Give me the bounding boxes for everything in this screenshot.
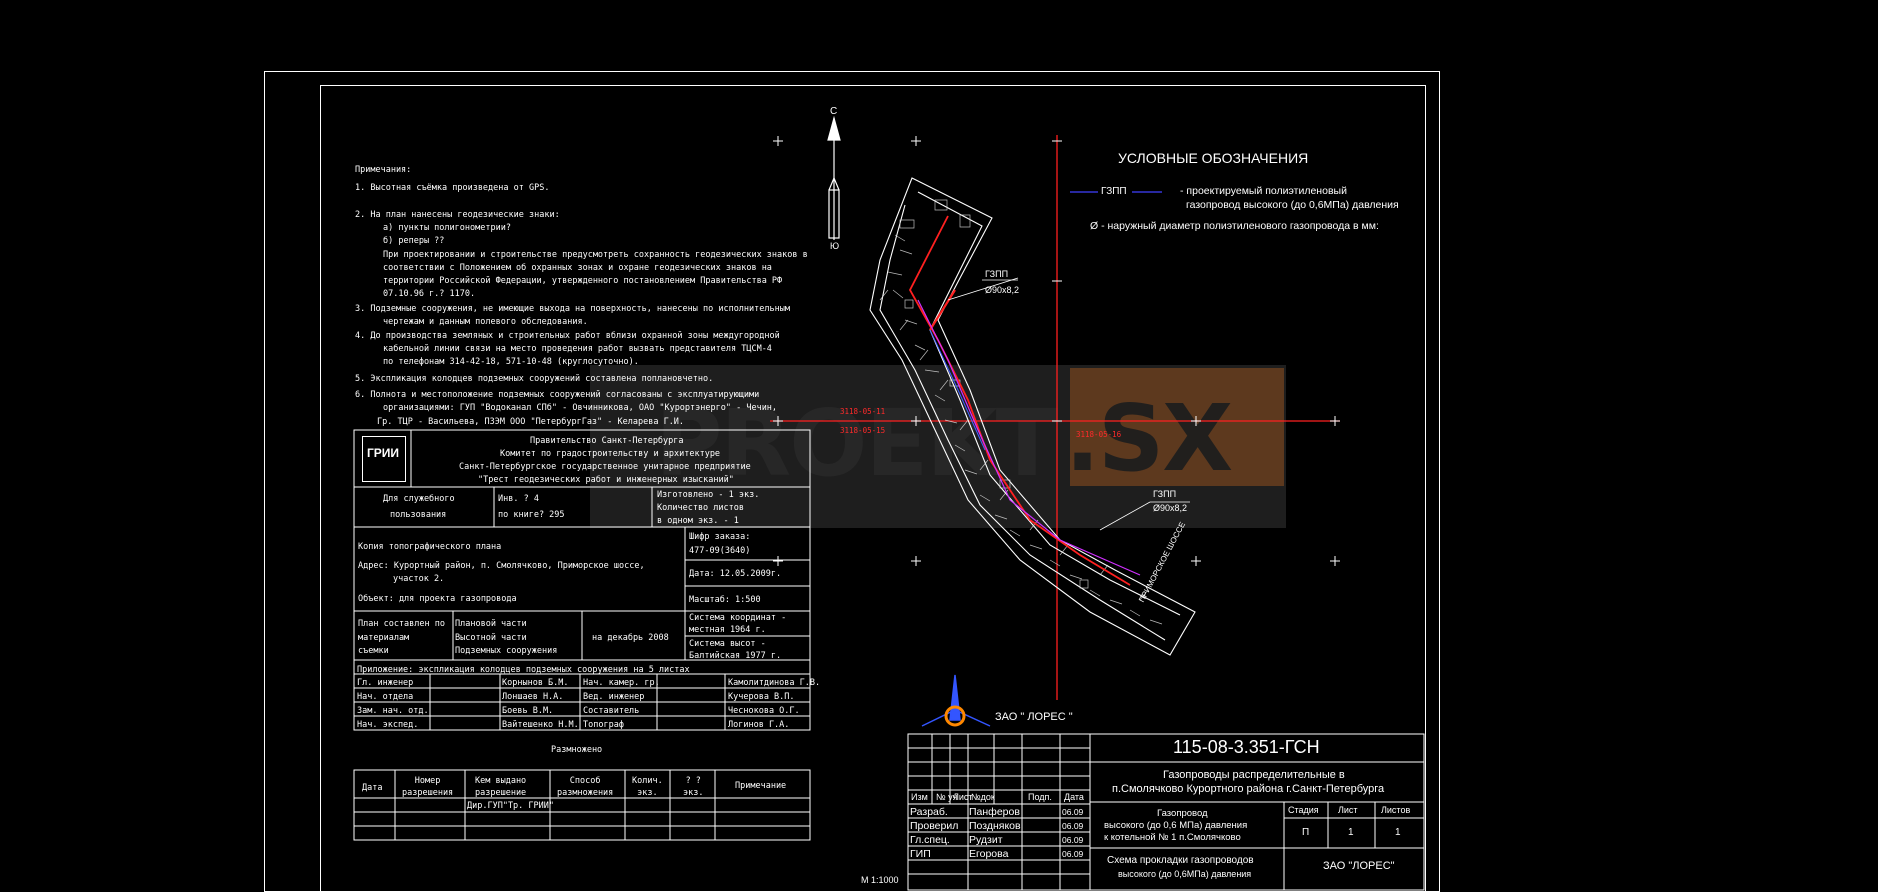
tb-date: 06.09 — [1062, 835, 1084, 845]
firm-name: ЗАО "ЛОРЕС" — [1323, 860, 1395, 872]
sheets-value: 1 — [1395, 827, 1401, 838]
tb-person: Панферов — [969, 806, 1020, 818]
tb-role: Разраб. — [910, 806, 948, 818]
scheme-name1: Схема прокладки газопроводов — [1107, 855, 1254, 866]
sheet-value: 1 — [1348, 827, 1354, 838]
tb-head: №док — [971, 792, 995, 802]
tb-person: Егорова — [969, 848, 1009, 860]
tb-person: Рудзит — [969, 834, 1003, 846]
tb-date: 06.09 — [1062, 849, 1084, 859]
tb-person: Поздняков — [969, 820, 1021, 832]
tb-role: Проверил — [910, 820, 959, 832]
tb-date: 06.09 — [1062, 821, 1084, 831]
stage-value: П — [1302, 827, 1310, 838]
tb-role: ГИП — [910, 848, 931, 860]
object-name1: Газопровод — [1157, 808, 1208, 819]
tb-date: 06.09 — [1062, 807, 1084, 817]
tb-role: Гл.спец. — [910, 834, 950, 846]
scheme-name2: высокого (до 0,6МПа) давления — [1118, 869, 1252, 879]
drawing-code: 115-08-3.351-ГСН — [1173, 737, 1320, 757]
tb-head: Подп. — [1028, 792, 1052, 802]
project-name1: Газопроводы распределительные в — [1163, 769, 1345, 781]
tb-head: Лист — [953, 792, 973, 802]
object-name2: высокого (до 0,6 МПа) давления — [1104, 820, 1248, 831]
tb-head: Изм — [911, 792, 928, 802]
title-block-grid — [907, 733, 1425, 891]
sheets-header: Листов — [1381, 805, 1411, 815]
sheet-header: Лист — [1338, 805, 1358, 815]
tb-head: Дата — [1064, 792, 1084, 802]
object-name3: к котельной № 1 п.Смолячково — [1104, 832, 1241, 843]
stage-header: Стадия — [1288, 805, 1319, 815]
project-name2: п.Смолячково Курортного района г.Санкт-П… — [1112, 783, 1385, 795]
